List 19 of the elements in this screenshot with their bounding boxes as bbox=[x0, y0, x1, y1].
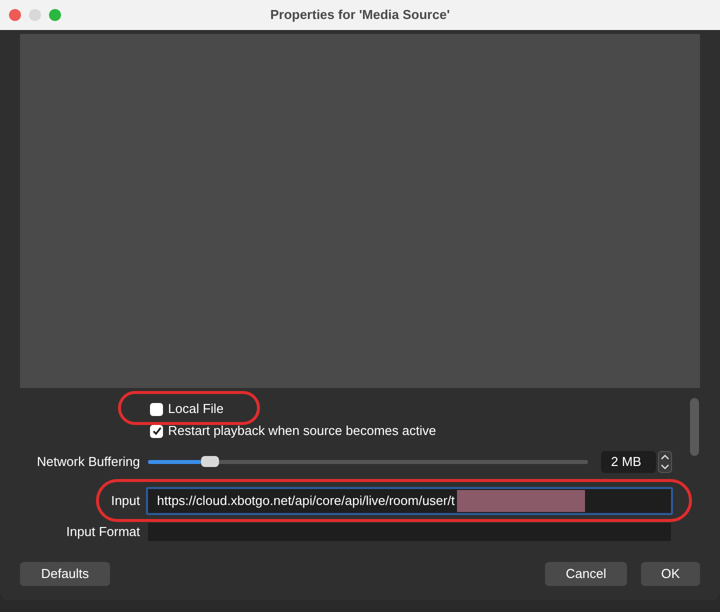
input-format-field[interactable] bbox=[148, 523, 671, 541]
checkbox[interactable] bbox=[150, 402, 163, 416]
window-title: Properties for 'Media Source' bbox=[270, 6, 450, 24]
scrollbar[interactable] bbox=[690, 398, 699, 456]
spin-box[interactable]: 2 MB bbox=[601, 451, 656, 473]
checkbox-label: Restart playback when source becomes active bbox=[168, 422, 436, 440]
input-field[interactable]: https://cloud.xbotgo.net/api/core/api/live/room/user/t bbox=[146, 487, 673, 515]
slider-thumb[interactable] bbox=[200, 456, 219, 467]
network-buffering-label: Network Buffering bbox=[36, 453, 141, 472]
checkbox-label: Local File bbox=[168, 400, 224, 418]
stepper-arrows-icon[interactable] bbox=[658, 451, 672, 473]
checkbox[interactable] bbox=[150, 424, 163, 438]
input-format-label: Input Format bbox=[65, 523, 141, 542]
close-button[interactable] bbox=[9, 9, 21, 21]
checkmark-icon bbox=[152, 426, 162, 436]
defaults-button[interactable]: Defaults bbox=[20, 562, 110, 586]
ok-button[interactable]: OK bbox=[641, 562, 700, 586]
cancel-button[interactable]: Cancel bbox=[545, 562, 627, 586]
input-label: Input bbox=[110, 492, 141, 510]
